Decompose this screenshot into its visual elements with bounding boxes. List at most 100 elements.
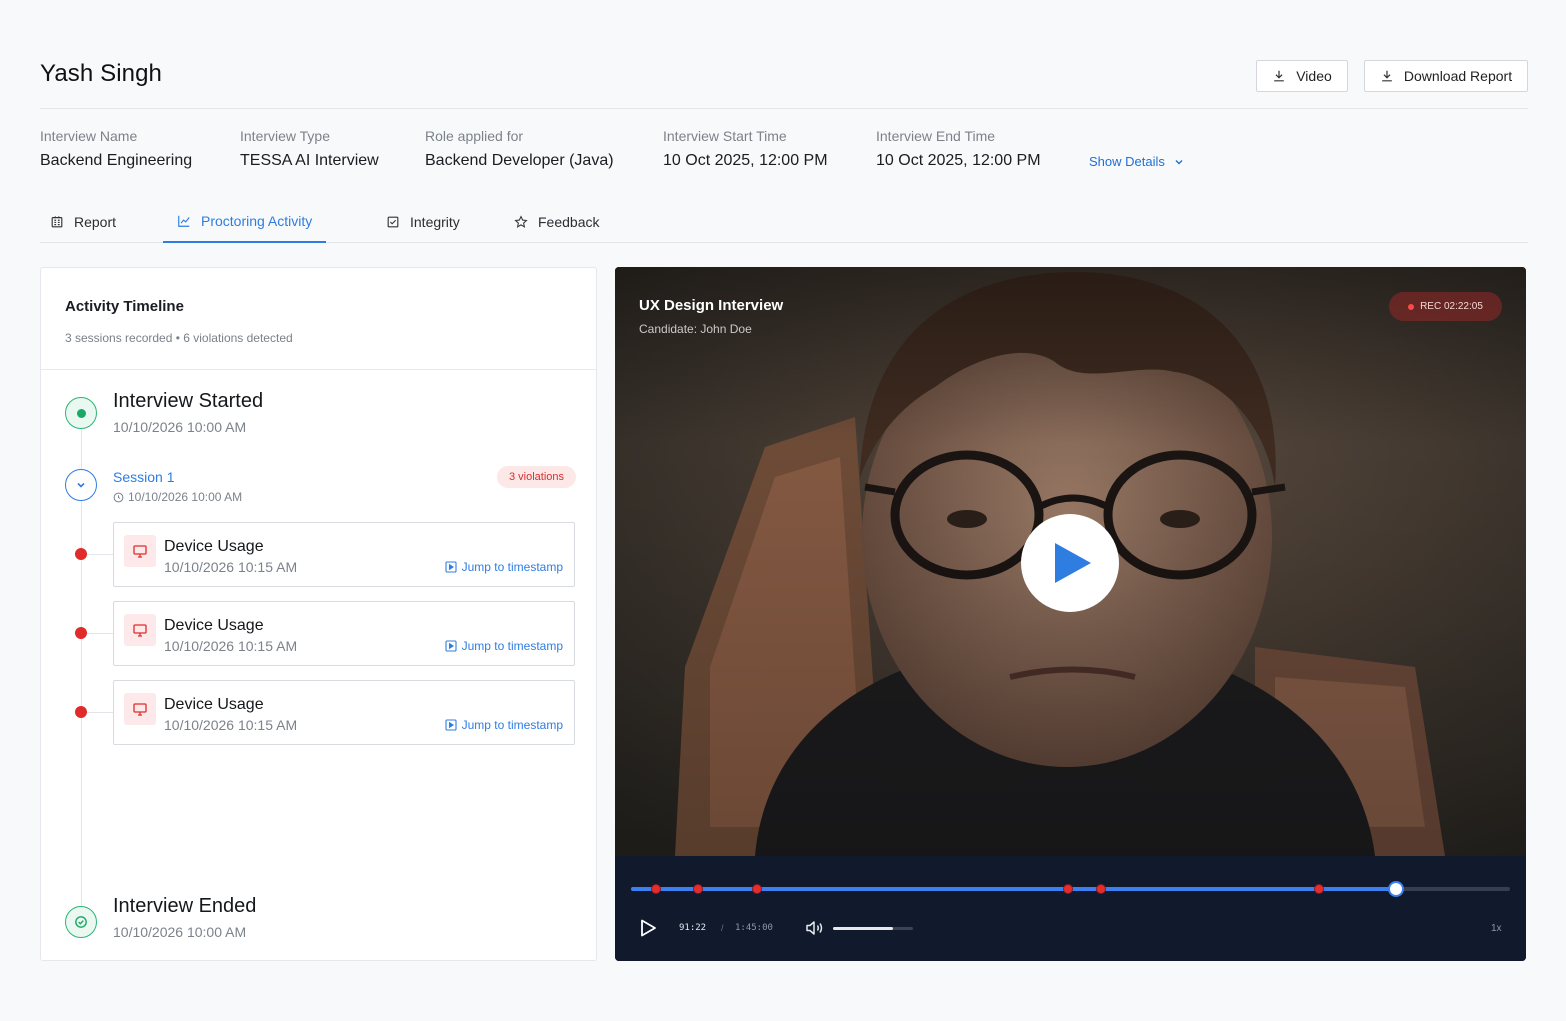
meta-interview-name: Interview Name Backend Engineering [40,128,192,170]
violation-connector [87,712,113,713]
meta-label: Interview Type [240,128,331,144]
panel-title: Activity Timeline [65,298,184,315]
tab-proctoring-activity[interactable]: Proctoring Activity [163,200,327,243]
jump-label: Jump to timestamp [461,639,563,653]
tab-label: Proctoring Activity [201,212,313,229]
device-icon-box [124,535,156,567]
proctoring-page: Yash Singh Video Download Report Intervi… [0,0,1566,1021]
violation-card: Device Usage 10/10/2026 10:15 AM Jump to… [113,522,575,587]
violation-marker[interactable] [1062,884,1073,894]
jump-to-timestamp-link[interactable]: Jump to timestamp [445,639,563,653]
device-icon-box [124,614,156,646]
session-toggle[interactable] [65,469,97,501]
meta-value: Backend Developer (Java) [425,152,614,169]
download-report-button[interactable]: Download Report [1364,60,1528,92]
play-square-icon [445,719,457,731]
download-icon [1382,70,1392,82]
jump-label: Jump to timestamp [461,718,563,732]
clock-icon [113,492,124,502]
playback-speed[interactable]: 1x [1491,923,1502,934]
panel-subtitle: 3 sessions recorded • 6 violations detec… [65,331,293,345]
volume-slider[interactable] [833,927,913,930]
candidate-name: Yash Singh [40,60,162,87]
header-divider [40,108,1528,109]
meta-value: Backend Engineering [40,152,193,169]
play-icon[interactable] [638,918,658,938]
video-candidate: Candidate: John Doe [639,322,752,336]
check-circle-icon [75,916,87,928]
violation-marker[interactable] [1096,884,1107,894]
recording-label: REC 02:22:05 [1420,301,1483,312]
panel-header: Activity Timeline 3 sessions recorded • … [41,268,596,370]
violation-card: Device Usage 10/10/2026 10:15 AM Jump to… [113,680,575,745]
volume-icon[interactable] [805,920,825,936]
meta-value: 10 Oct 2025, 12:00 PM [876,152,1041,169]
violation-marker[interactable] [1314,884,1325,894]
activity-timeline-panel: Activity Timeline 3 sessions recorded • … [40,267,597,961]
violation-connector [87,554,113,555]
show-details-label: Show Details [1089,154,1165,169]
interview-started-icon [65,397,97,429]
tab-bar: Report Proctoring Activity Integrity Fee… [40,200,1528,243]
monitor-icon [133,624,147,637]
video-player[interactable]: UX Design Interview Candidate: John Doe … [615,267,1526,961]
tab-integrity[interactable]: Integrity [372,200,474,243]
chart-line-icon [178,215,190,227]
violation-title: Device Usage [164,617,264,634]
big-play-button[interactable] [1021,514,1119,612]
violation-marker[interactable] [751,884,762,894]
device-icon-box [124,693,156,725]
time-separator: / [721,923,724,933]
violation-dot [75,548,87,560]
download-video-button[interactable]: Video [1256,60,1348,92]
total-time: 1:45:00 [735,923,773,933]
tab-report[interactable]: Report [36,200,130,243]
recording-badge: REC 02:22:05 [1389,292,1502,321]
report-icon [51,215,63,227]
jump-to-timestamp-link[interactable]: Jump to timestamp [445,718,563,732]
star-icon [514,214,528,228]
meta-start-time: Interview Start Time 10 Oct 2025, 12:00 … [663,128,828,170]
monitor-icon [133,545,147,558]
event-title: Interview Started [113,390,264,412]
jump-to-timestamp-link[interactable]: Jump to timestamp [445,560,563,574]
violation-dot [75,627,87,639]
violation-title: Device Usage [164,538,264,555]
download-icon [1274,70,1285,82]
video-controls: 91:22 / 1:45:00 1x [615,856,1526,961]
violation-marker[interactable] [650,884,661,894]
meta-label: Interview Start Time [663,128,787,144]
progress-fill [631,887,1396,891]
progress-track[interactable] [631,881,1510,897]
show-details-link[interactable]: Show Details [1089,154,1185,169]
event-title: Interview Ended [113,895,257,917]
meta-value: TESSA AI Interview [240,152,379,169]
checkbox-icon [387,216,399,227]
violation-time: 10/10/2026 10:15 AM [164,638,298,654]
meta-label: Role applied for [425,128,524,144]
download-video-label: Video [1296,68,1332,84]
video-title: UX Design Interview [639,297,784,314]
meta-role: Role applied for Backend Developer (Java… [425,128,614,170]
chevron-down-icon [77,482,85,488]
download-report-label: Download Report [1403,68,1513,84]
violation-time: 10/10/2026 10:15 AM [164,717,298,733]
play-square-icon [445,640,457,652]
tab-label: Report [74,213,117,230]
session-time-row: 10/10/2026 10:00 AM [113,490,242,504]
tab-feedback[interactable]: Feedback [500,200,613,243]
violation-marker[interactable] [692,884,703,894]
session-time: 10/10/2026 10:00 AM [128,490,243,504]
violation-card: Device Usage 10/10/2026 10:15 AM Jump to… [113,601,575,666]
session-name[interactable]: Session 1 [113,469,174,485]
violation-time: 10/10/2026 10:15 AM [164,559,298,575]
progress-thumb[interactable] [1387,881,1404,897]
monitor-icon [133,703,147,716]
current-time: 91:22 [679,923,707,933]
recording-dot-icon [1408,303,1415,310]
volume-fill [833,927,893,930]
meta-label: Interview End Time [876,128,996,144]
meta-label: Interview Name [40,128,138,144]
meta-value: 10 Oct 2025, 12:00 PM [663,152,828,169]
tab-label: Feedback [538,213,600,230]
